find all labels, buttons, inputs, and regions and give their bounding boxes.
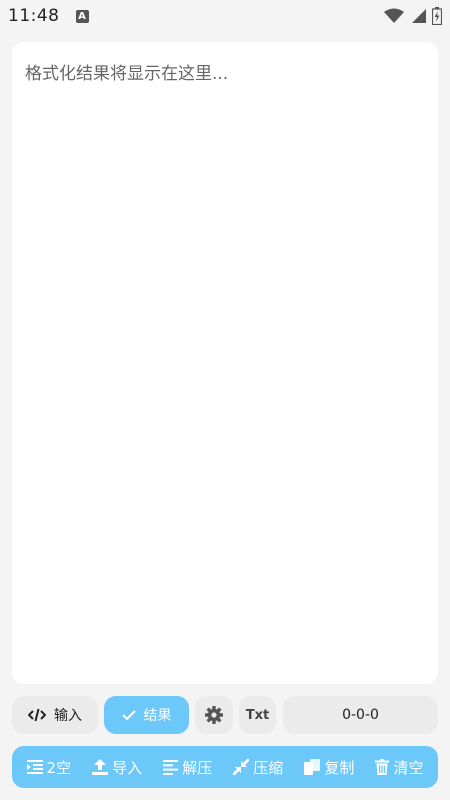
notification-icon: A	[75, 9, 89, 23]
compress-button[interactable]: 压缩	[233, 757, 283, 778]
input-tab-button[interactable]: 输入	[12, 696, 98, 734]
upload-icon	[92, 759, 109, 775]
indent-2-button[interactable]: 2空	[26, 757, 72, 778]
compress-icon	[233, 759, 250, 775]
indent-2-label: 2空	[46, 758, 72, 777]
trash-icon	[375, 759, 390, 775]
result-tab-label: 结果	[143, 708, 172, 724]
copy-icon	[304, 759, 321, 775]
signal-icon	[412, 9, 426, 23]
txt-button[interactable]: Txt	[239, 696, 276, 734]
copy-label: 复制	[324, 758, 355, 777]
clear-label: 清空	[393, 758, 424, 777]
status-time: 11:48	[8, 6, 60, 26]
decompress-label: 解压	[182, 758, 213, 777]
import-label: 导入	[112, 758, 143, 777]
result-text-area[interactable]: 格式化结果将显示在这里...	[12, 42, 438, 684]
decompress-button[interactable]: 解压	[163, 757, 212, 778]
battery-icon	[432, 7, 442, 25]
import-button[interactable]: 导入	[92, 757, 142, 778]
mode-toolbar: 输入 结果 Txt 0-0-0	[12, 696, 438, 734]
copy-button[interactable]: 复制	[304, 757, 354, 778]
settings-button[interactable]	[195, 696, 233, 734]
check-icon	[121, 709, 136, 721]
compress-label: 压缩	[253, 758, 284, 777]
status-bar: 11:48 A	[0, 0, 450, 32]
align-left-icon	[163, 759, 179, 775]
gear-icon	[205, 706, 223, 724]
result-tab-button[interactable]: 结果	[104, 696, 189, 734]
input-tab-label: 输入	[54, 708, 82, 724]
position-counter: 0-0-0	[283, 696, 438, 734]
wifi-icon	[384, 8, 404, 23]
code-icon	[28, 708, 46, 722]
clear-button[interactable]: 清空	[375, 757, 423, 778]
action-toolbar: 2空 导入 解压 压缩 复制 清空	[12, 746, 438, 788]
result-placeholder: 格式化结果将显示在这里...	[25, 64, 229, 84]
indent-icon	[26, 760, 43, 774]
